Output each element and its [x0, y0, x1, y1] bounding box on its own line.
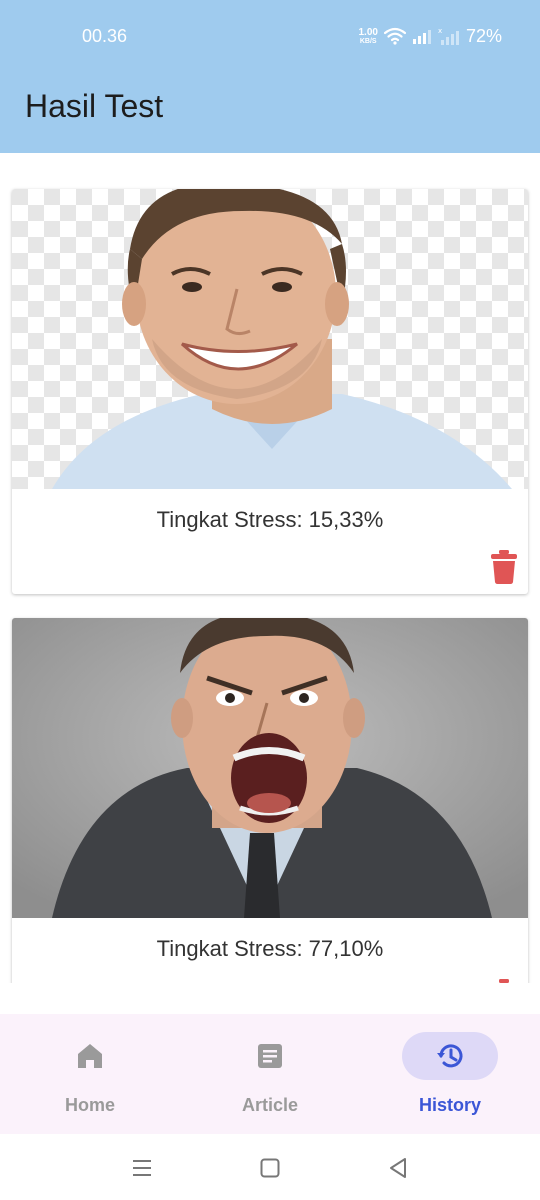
nav-label-home: Home	[64, 1095, 115, 1115]
status-time: 00.36	[82, 26, 128, 46]
stress-level-text: Tingkat Stress: 15,33%	[156, 507, 384, 532]
nav-item-home[interactable]: Home	[0, 1014, 180, 1134]
home-square-icon[interactable]	[258, 1156, 282, 1180]
smiling-man-photo	[12, 189, 528, 489]
menu-icon[interactable]	[130, 1156, 154, 1180]
nav-label-article: Article	[241, 1095, 299, 1115]
nav-item-history[interactable]: History	[360, 1014, 540, 1134]
system-navigation-bar	[0, 1134, 540, 1200]
nav-label-history: History	[418, 1095, 481, 1115]
back-icon[interactable]	[386, 1156, 410, 1180]
bottom-navigation: Home Article History	[0, 1014, 540, 1134]
battery-text: 72%	[465, 25, 502, 46]
wifi-icon	[383, 27, 406, 45]
app-header: 00.36 1.00 KB/S x 72% Hasil Test	[0, 0, 540, 153]
net-speed-unit: KB/S	[359, 37, 377, 45]
svg-text:x: x	[438, 27, 442, 35]
stress-level-text: Tingkat Stress: 77,10%	[156, 936, 384, 961]
status-bar: 00.36 1.00 KB/S x 72%	[0, 0, 540, 72]
history-icon	[437, 1044, 463, 1068]
results-list[interactable]: Tingkat Stress: 15,33% Tingkat Stress: 7…	[0, 153, 540, 983]
signal-icon	[412, 30, 431, 44]
result-card: Tingkat Stress: 77,10%	[12, 618, 528, 983]
shouting-man-photo	[12, 618, 528, 918]
status-icons: 1.00 KB/S x 72%	[359, 24, 503, 48]
home-icon	[78, 1044, 102, 1068]
delete-icon[interactable]	[490, 549, 518, 585]
net-speed-value: 1.00	[358, 26, 378, 38]
nav-item-article[interactable]: Article	[180, 1014, 360, 1134]
net-speed-indicator: 1.00 KB/S	[358, 26, 378, 45]
result-card: Tingkat Stress: 15,33%	[12, 189, 528, 594]
page-title: Hasil Test	[25, 88, 164, 124]
article-icon	[258, 1044, 282, 1068]
signal-icon: x	[438, 27, 459, 45]
delete-icon[interactable]	[490, 978, 518, 983]
